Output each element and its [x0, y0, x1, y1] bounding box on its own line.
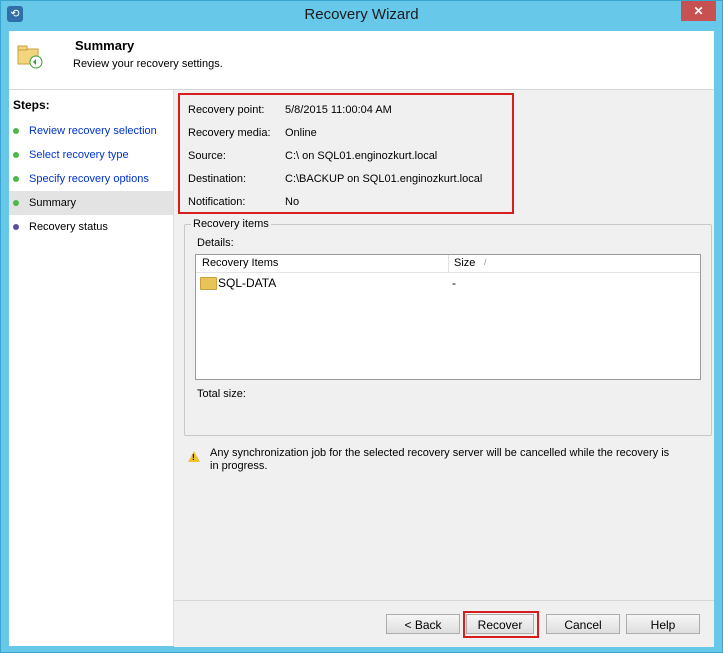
title-bar[interactable]: ⟲ Recovery Wizard ✕	[1, 1, 722, 29]
wizard-header: Summary Review your recovery settings.	[9, 31, 714, 90]
folder-icon	[200, 277, 217, 290]
steps-panel: Steps: Review recovery selection Select …	[9, 90, 174, 646]
item-name: SQL-DATA	[218, 276, 277, 290]
step-label: Select recovery type	[29, 149, 129, 161]
source-value: C:\ on SQL01.enginozkurt.local	[285, 150, 438, 162]
summary-content: Recovery point: 5/8/2015 11:00:04 AM Rec…	[174, 90, 714, 600]
source-label: Source:	[188, 150, 226, 162]
recovery-point-value: 5/8/2015 11:00:04 AM	[285, 104, 392, 116]
recovery-point-label: Recovery point:	[188, 104, 265, 116]
recovery-wizard-window: ⟲ Recovery Wizard ✕ Summary Review your …	[0, 0, 723, 653]
destination-value: C:\BACKUP on SQL01.enginozkurt.local	[285, 173, 483, 185]
notification-value: No	[285, 196, 300, 208]
wizard-client-area: Summary Review your recovery settings. S…	[9, 31, 714, 647]
step-complete-icon	[13, 128, 19, 134]
list-header: Recovery Items Size /	[196, 255, 700, 273]
step-label: Recovery status	[29, 221, 108, 233]
notification-label: Notification:	[188, 196, 246, 208]
step-select-recovery-type[interactable]: Select recovery type	[9, 143, 173, 167]
step-specify-recovery-options[interactable]: Specify recovery options	[9, 167, 173, 191]
recovery-media-label: Recovery media:	[188, 127, 271, 139]
step-summary: Summary	[9, 191, 173, 215]
column-divider[interactable]	[448, 255, 449, 272]
item-size: -	[452, 276, 456, 290]
step-complete-icon	[13, 176, 19, 182]
back-button[interactable]: < Back	[386, 614, 460, 634]
recovery-items-group: Recovery items Details: Recovery Items S…	[184, 218, 712, 436]
details-label: Details:	[197, 237, 234, 249]
page-subtitle: Review your recovery settings.	[73, 58, 223, 70]
recovery-media-value: Online	[285, 127, 317, 139]
group-title: Recovery items	[191, 218, 271, 230]
step-review-recovery-selection[interactable]: Review recovery selection	[9, 119, 173, 143]
step-complete-icon	[13, 152, 19, 158]
steps-title: Steps:	[13, 98, 50, 112]
step-current-icon	[13, 200, 19, 206]
total-size-label: Total size:	[197, 388, 246, 400]
destination-label: Destination:	[188, 173, 247, 185]
list-item[interactable]: SQL-DATA -	[196, 274, 700, 292]
recovery-items-list[interactable]: Recovery Items Size / SQL-DATA -	[195, 254, 701, 380]
warning-icon-mark: !	[192, 453, 195, 462]
help-button[interactable]: Help	[626, 614, 700, 634]
page-title: Summary	[75, 38, 135, 53]
column-header-size[interactable]: Size	[454, 257, 475, 269]
sort-indicator-icon: /	[484, 257, 487, 267]
cancel-button[interactable]: Cancel	[546, 614, 620, 634]
step-label: Summary	[29, 197, 77, 209]
step-label: Review recovery selection	[29, 125, 157, 137]
step-pending-icon	[13, 224, 19, 230]
step-label: Specify recovery options	[29, 173, 149, 185]
wizard-footer: < Back Recover Cancel Help	[174, 600, 714, 647]
warning-message: Any synchronization job for the selected…	[210, 447, 670, 472]
close-button[interactable]: ✕	[681, 1, 716, 21]
recover-button[interactable]: Recover	[466, 614, 534, 634]
step-recovery-status: Recovery status	[9, 215, 173, 239]
folder-restore-icon	[17, 45, 43, 69]
window-title: Recovery Wizard	[304, 6, 419, 23]
column-header-recovery-items[interactable]: Recovery Items	[202, 257, 278, 269]
